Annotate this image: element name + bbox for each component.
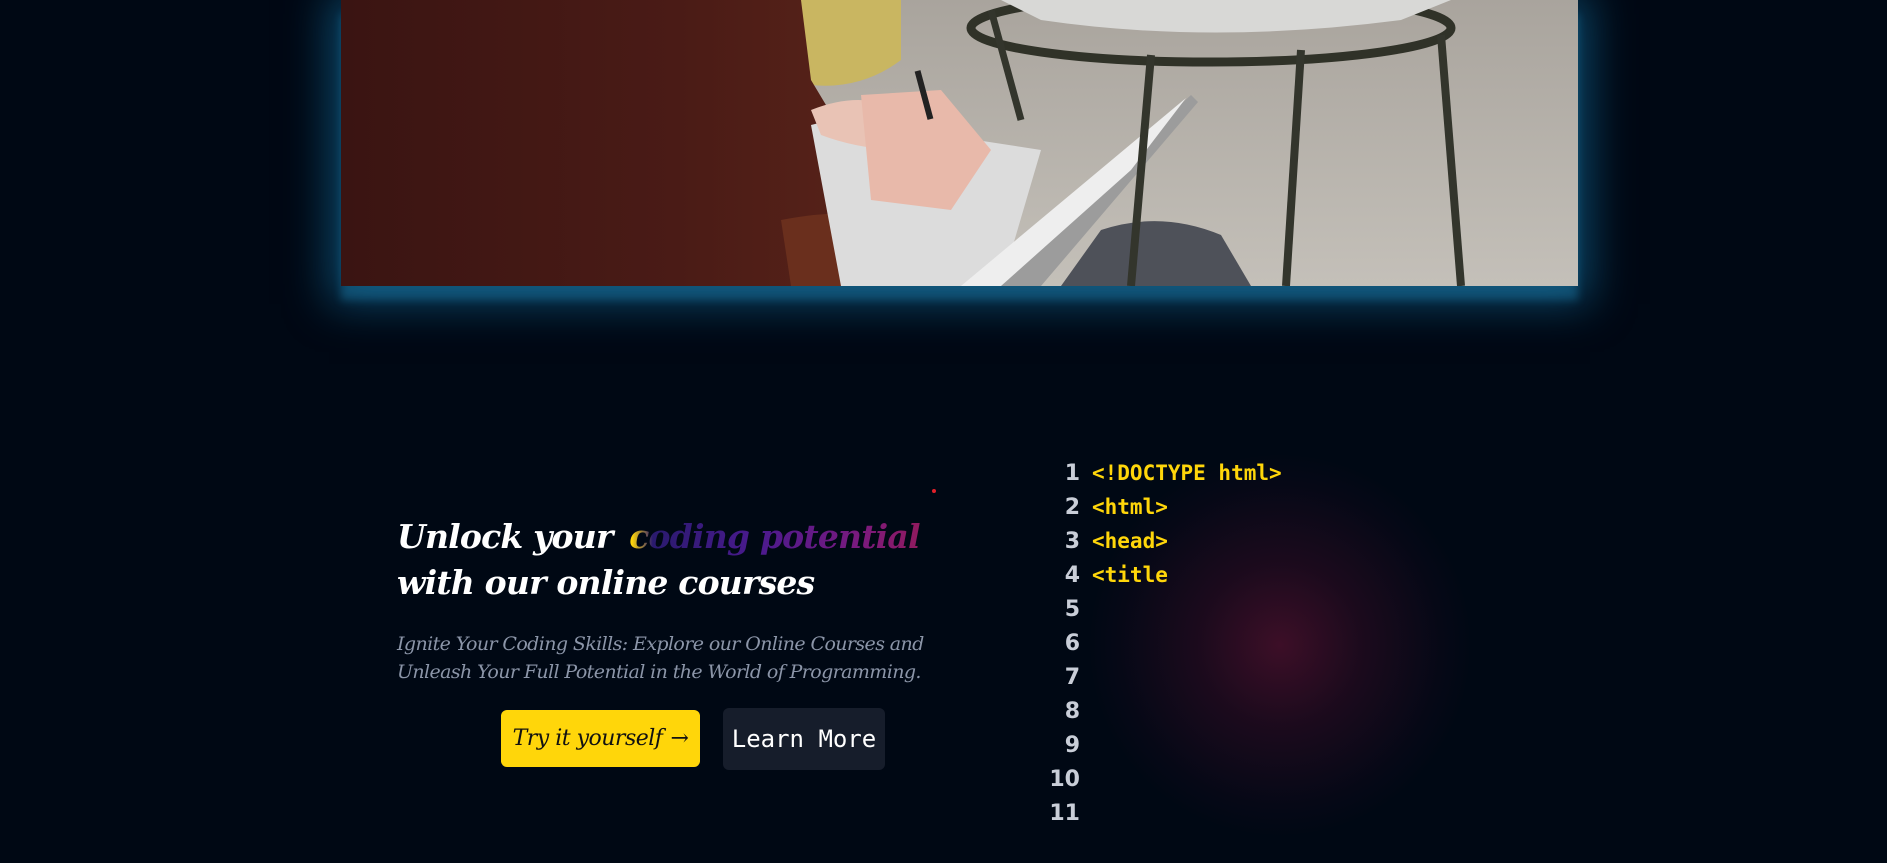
hero-image — [341, 0, 1578, 286]
line-number: 6 — [1064, 630, 1080, 656]
line-code: <title — [1092, 563, 1168, 587]
line-number: 4 — [1064, 562, 1080, 588]
accent-dot — [932, 489, 936, 493]
line-number: 9 — [1064, 732, 1080, 758]
heading-highlight: coding potential — [623, 517, 920, 556]
code-editor: 1 <!DOCTYPE html> 2 <html> 3 <head> 4 <title… — [1040, 456, 1340, 830]
line-number: 1 — [1064, 460, 1080, 486]
code-line: 9 — [1040, 728, 1340, 762]
code-line: 8 — [1040, 694, 1340, 728]
code-line: 1 <!DOCTYPE html> — [1040, 456, 1340, 490]
code-line: 4 <title — [1040, 558, 1340, 592]
line-number: 7 — [1064, 664, 1080, 690]
heading-text-start: Unlock your — [397, 517, 624, 556]
code-line: 2 <html> — [1040, 490, 1340, 524]
heading-text-end: with our online courses — [397, 563, 815, 602]
line-code: <html> — [1092, 495, 1168, 519]
code-line: 6 — [1040, 626, 1340, 660]
hero-photo-illustration — [341, 0, 1578, 286]
line-number: 11 — [1049, 800, 1080, 826]
try-it-yourself-button[interactable]: Try it yourself → — [501, 710, 700, 767]
code-line: 10 — [1040, 762, 1340, 796]
learn-more-button[interactable]: Learn More — [723, 708, 885, 770]
line-number: 8 — [1064, 698, 1080, 724]
line-code: <!DOCTYPE html> — [1092, 461, 1282, 485]
code-line: 3 <head> — [1040, 524, 1340, 558]
line-number: 2 — [1064, 494, 1080, 520]
hero-subtitle: Ignite Your Coding Skills: Explore our O… — [397, 633, 924, 683]
try-button-label: Try it yourself — [512, 726, 663, 751]
line-code: <head> — [1092, 529, 1168, 553]
hero-heading: Unlock your coding potential with our on… — [397, 514, 1007, 606]
arrow-right-icon: → — [670, 726, 689, 751]
code-line: 11 — [1040, 796, 1340, 830]
line-number: 3 — [1064, 528, 1080, 554]
code-line: 7 — [1040, 660, 1340, 694]
line-number: 5 — [1064, 596, 1080, 622]
line-number: 10 — [1049, 766, 1080, 792]
code-line: 5 — [1040, 592, 1340, 626]
